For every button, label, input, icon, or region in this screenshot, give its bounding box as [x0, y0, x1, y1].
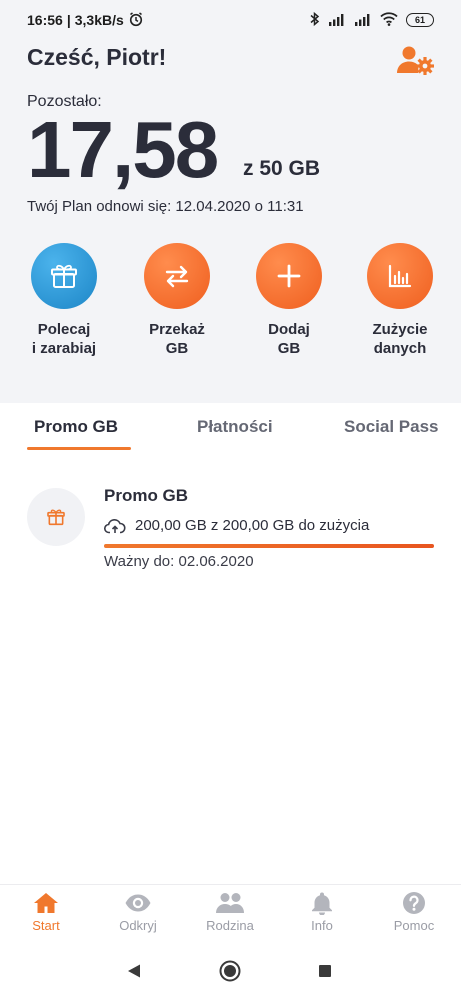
transfer-gb-button[interactable]: Przekaż GB — [117, 243, 237, 358]
cloud-upload-icon — [104, 518, 126, 533]
alarm-icon — [128, 11, 144, 30]
tab-social-pass[interactable]: Social Pass — [344, 417, 439, 437]
promo-title: Promo GB — [104, 486, 189, 505]
nav-discover[interactable]: Odkryj — [92, 891, 184, 933]
nav-help[interactable]: Pomoc — [368, 891, 460, 933]
status-bar: 16:56 | 3,3kB/s 61 — [0, 0, 461, 40]
bell-icon — [312, 892, 332, 915]
nav-start-label: Start — [32, 918, 60, 933]
promo-icon-badge — [27, 488, 85, 546]
transfer-label-2: GB — [165, 340, 189, 357]
user-settings-icon — [397, 46, 434, 75]
plus-icon — [277, 264, 301, 288]
nav-family-label: Rodzina — [206, 918, 254, 933]
bottom-nav: Start Odkryj Rodzina Info Pomoc — [0, 884, 461, 944]
back-triangle-icon — [128, 964, 140, 978]
add-label: Dodaj GB — [268, 320, 310, 358]
greeting-title: Cześć, Piotr! — [27, 44, 167, 70]
usage-label-1: Zużycie — [372, 321, 428, 338]
tab-bar: Promo GB Płatności Social Pass — [0, 417, 461, 453]
promo-card[interactable]: Promo GB 200,00 GB z 200,00 GB do zużyci… — [27, 485, 437, 585]
help-icon — [403, 892, 425, 914]
refer-label-2: i zarabiaj — [31, 340, 97, 357]
add-label-1: Dodaj — [268, 321, 310, 338]
family-icon — [216, 893, 244, 913]
home-circle-icon — [219, 960, 241, 982]
transfer-circle — [144, 243, 210, 309]
recents-button[interactable] — [313, 959, 337, 983]
promo-progress-bar — [104, 544, 434, 548]
refer-circle — [31, 243, 97, 309]
battery-icon: 61 — [406, 13, 434, 27]
usage-circle — [367, 243, 433, 309]
status-time: 16:56 — [27, 12, 63, 28]
signal-2-icon — [354, 12, 372, 29]
quick-actions: Polecaj i zarabiaj Przekaż GB Dodaj GB Z… — [0, 243, 461, 363]
transfer-arrows-icon — [165, 265, 189, 288]
bluetooth-icon — [310, 11, 320, 30]
add-circle — [256, 243, 322, 309]
battery-level: 61 — [414, 15, 425, 25]
promo-usage-text: 200,00 GB z 200,00 GB do zużycia — [135, 517, 370, 534]
promo-usage: 200,00 GB z 200,00 GB do zużycia — [104, 517, 369, 534]
signal-icon — [328, 12, 346, 29]
home-button[interactable] — [218, 959, 242, 983]
tab-promo-gb[interactable]: Promo GB — [34, 417, 118, 437]
remaining-value: 17,58 — [27, 105, 219, 194]
gift-icon — [47, 509, 65, 526]
renewal-date: Twój Plan odnowi się: 12.04.2020 o 11:31 — [27, 198, 304, 215]
add-gb-button[interactable]: Dodaj GB — [229, 243, 349, 358]
status-speed: 3,3kB/s — [74, 12, 124, 28]
transfer-label: Przekaż GB — [149, 320, 205, 358]
refer-and-earn-button[interactable]: Polecaj i zarabiaj — [4, 243, 124, 358]
usage-label-2: danych — [373, 340, 427, 357]
usage-label: Zużycie danych — [372, 320, 427, 358]
eye-icon — [125, 894, 151, 912]
nav-help-label: Pomoc — [393, 918, 435, 933]
back-button[interactable] — [122, 959, 146, 983]
nav-start[interactable]: Start — [0, 891, 92, 933]
data-usage-button[interactable]: Zużycie danych — [340, 243, 460, 358]
nav-family[interactable]: Rodzina — [184, 891, 276, 933]
bar-chart-icon — [388, 264, 412, 288]
transfer-label-1: Przekaż — [149, 321, 205, 338]
nav-discover-label: Odkryj — [119, 918, 157, 933]
tab-payments[interactable]: Płatności — [197, 417, 273, 437]
nav-info[interactable]: Info — [276, 891, 368, 933]
refer-label-1: Polecaj — [37, 321, 91, 338]
system-nav-bar — [0, 944, 461, 999]
plan-total: z 50 GB — [243, 157, 321, 180]
nav-info-label: Info — [311, 918, 333, 933]
active-tab-indicator — [27, 447, 131, 450]
add-label-2: GB — [277, 340, 301, 357]
wifi-icon — [380, 11, 398, 29]
home-icon — [34, 893, 58, 913]
refer-label: Polecaj i zarabiaj — [32, 320, 96, 358]
recents-square-icon — [319, 965, 331, 977]
promo-progress-fill — [104, 544, 434, 548]
promo-valid-until: Ważny do: 02.06.2020 — [104, 553, 254, 570]
user-settings-button[interactable] — [396, 44, 436, 76]
status-separator: | — [66, 12, 71, 28]
gift-icon — [51, 264, 77, 288]
